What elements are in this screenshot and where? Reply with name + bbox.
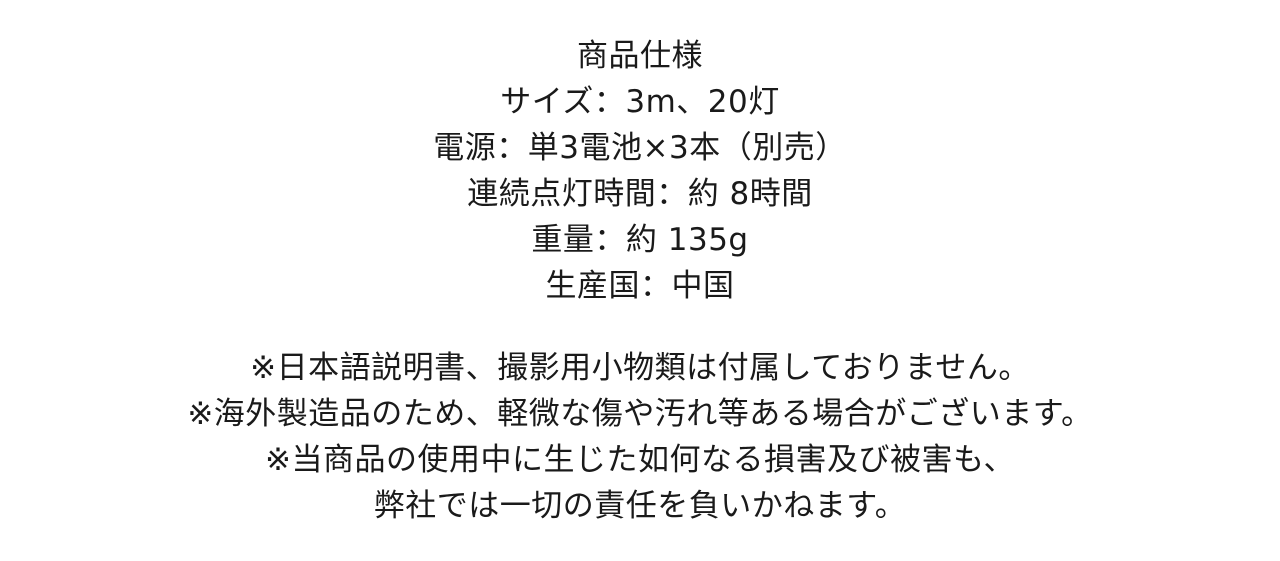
- spec-weight: 重量：約 135g: [531, 222, 749, 258]
- spec-heading: 商品仕様: [577, 38, 703, 74]
- spec-origin: 生産国：中国: [545, 268, 735, 304]
- notice-section: ※日本語説明書、撮影用小物類は付属しておりません。 ※海外製造品のため、軽微な傷…: [0, 345, 1280, 529]
- notice-liability-2: 弊社では一切の責任を負いかねます。: [373, 488, 907, 524]
- notice-imperfections: ※海外製造品のため、軽微な傷や汚れ等ある場合がございます。: [187, 396, 1093, 432]
- notice-manual: ※日本語説明書、撮影用小物類は付属しておりません。: [250, 350, 1030, 386]
- spec-size: サイズ：3m、20灯: [500, 84, 780, 120]
- notice-liability-1: ※当商品の使用中に生じた如何なる損害及び被害も、: [264, 442, 1016, 478]
- spec-runtime: 連続点灯時間：約 8時間: [467, 176, 813, 212]
- spec-power: 電源：単3電池×3本（別売）: [433, 130, 847, 166]
- product-spec-section: 商品仕様 サイズ：3m、20灯 電源：単3電池×3本（別売） 連続点灯時間：約 …: [0, 33, 1280, 309]
